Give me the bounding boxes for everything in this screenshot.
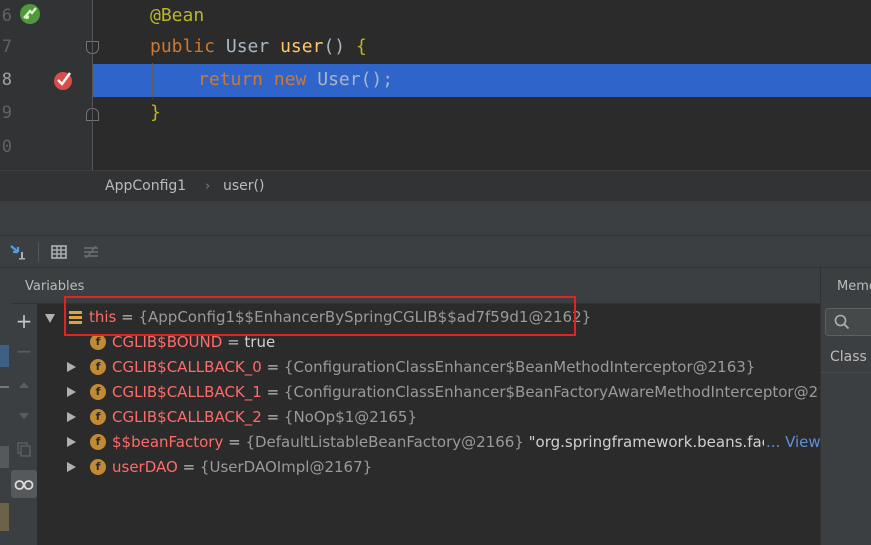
memory-panel: Memory Class [820, 268, 871, 545]
memory-title: Memory [837, 279, 871, 294]
move-down-icon[interactable] [15, 407, 33, 425]
code-editor[interactable]: 6 @Bean 7 public User user() { 8 return … [0, 0, 871, 170]
view-link[interactable]: ... View [764, 433, 820, 451]
step-into-icon[interactable] [9, 243, 27, 261]
variable-text: CGLIB$CALLBACK_2 = {NoOp$1@2165} [112, 408, 417, 426]
expand-arrow-icon[interactable] [67, 412, 76, 422]
variable-row-this[interactable]: this = {AppConfig1$$EnhancerBySpringCGLI… [37, 305, 820, 330]
indent-guide [152, 63, 153, 99]
field-icon: f [90, 384, 106, 400]
bean-icon[interactable] [19, 3, 41, 25]
show-watches-button[interactable] [11, 470, 37, 498]
add-watch-icon[interactable]: + [15, 311, 33, 331]
field-icon: f [90, 409, 106, 425]
frame-item [0, 503, 9, 531]
code-line: 7 public User user() { [0, 31, 871, 64]
breakpoint-icon[interactable] [52, 69, 74, 91]
variable-text: CGLIB$CALLBACK_0 = {ConfigurationClassEn… [112, 358, 756, 376]
code-text: public User user() { [150, 36, 367, 57]
variable-row[interactable]: f $$beanFactory = {DefaultListableBeanFa… [37, 430, 820, 455]
code-line: 9 } [0, 97, 871, 130]
column-divider [821, 372, 871, 373]
breadcrumb-separator: › [205, 179, 211, 194]
variable-row[interactable]: f userDAO = {UserDAOImpl@2167} [37, 455, 820, 480]
restore-layout-icon[interactable] [82, 243, 100, 261]
frame-divider [0, 386, 9, 388]
variable-row[interactable]: f CGLIB$BOUND = true [37, 330, 820, 355]
field-icon: f [90, 459, 106, 475]
expand-arrow-icon[interactable] [67, 387, 76, 397]
line-number: 0 [1, 137, 12, 157]
breadcrumb-method[interactable]: user() [223, 178, 264, 194]
move-up-icon[interactable] [15, 376, 33, 394]
field-icon: f [90, 434, 106, 450]
search-icon [834, 314, 850, 330]
memory-column-class[interactable]: Class [830, 349, 867, 365]
code-line: 6 @Bean [0, 0, 871, 33]
field-icon: f [90, 359, 106, 375]
variable-text: this = {AppConfig1$$EnhancerBySpringCGLI… [89, 308, 592, 326]
line-number: 9 [1, 103, 12, 123]
collapse-arrow-icon[interactable] [45, 314, 55, 323]
code-text: } [150, 102, 161, 123]
frame-item [0, 446, 9, 468]
copy-icon[interactable] [15, 440, 33, 458]
variables-tree[interactable]: this = {AppConfig1$$EnhancerBySpringCGLI… [37, 304, 820, 545]
line-number: 8 [1, 70, 12, 90]
line-number: 7 [1, 37, 12, 57]
variables-header: Variables [11, 268, 820, 304]
panel-divider[interactable] [0, 200, 871, 236]
table-view-icon[interactable] [50, 243, 68, 261]
code-line: 0 [0, 131, 871, 164]
breadcrumb-class[interactable]: AppConfig1 [105, 178, 186, 194]
glasses-icon [14, 475, 34, 493]
variable-text: $$beanFactory = {DefaultListableBeanFact… [112, 433, 801, 451]
code-text: @Bean [150, 5, 205, 26]
gutter-separator [92, 0, 93, 170]
expand-arrow-icon[interactable] [67, 437, 76, 447]
expand-arrow-icon[interactable] [67, 362, 76, 372]
variable-text: CGLIB$CALLBACK_1 = {ConfigurationClassEn… [112, 383, 820, 401]
variables-title: Variables [25, 279, 85, 294]
frames-panel-edge [0, 268, 11, 545]
debugger-toolbar [0, 236, 871, 268]
variable-row[interactable]: f CGLIB$CALLBACK_1 = {ConfigurationClass… [37, 380, 820, 405]
variable-row[interactable]: f CGLIB$CALLBACK_2 = {NoOp$1@2165} [37, 405, 820, 430]
expand-arrow-icon[interactable] [67, 462, 76, 472]
variables-toolbar: + − [11, 304, 37, 545]
memory-search-input[interactable] [825, 308, 871, 336]
frame-selection [0, 345, 9, 367]
field-icon: f [90, 334, 106, 350]
remove-watch-icon[interactable]: − [15, 341, 33, 361]
code-text: return new User(); [198, 69, 394, 90]
variable-text: userDAO = {UserDAOImpl@2167} [112, 458, 373, 476]
code-line-current: 8 return new User(); [0, 64, 871, 97]
object-icon [69, 311, 82, 324]
variable-text: CGLIB$BOUND = true [112, 333, 276, 351]
variable-row[interactable]: f CGLIB$CALLBACK_0 = {ConfigurationClass… [37, 355, 820, 380]
line-number: 6 [1, 6, 12, 26]
toolbar-separator [38, 242, 39, 262]
breadcrumb: AppConfig1 › user() [0, 170, 871, 200]
